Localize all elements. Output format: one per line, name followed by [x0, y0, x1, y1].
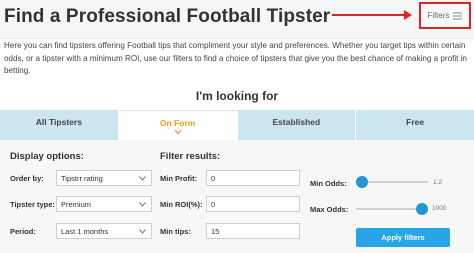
min-profit-label: Min Profit:	[160, 174, 198, 183]
slider-handle[interactable]	[416, 203, 428, 215]
tab-label: On Form	[159, 118, 196, 128]
period-select[interactable]: Last 1 months	[56, 223, 152, 239]
page-title: Find a Professional Football Tipster	[4, 6, 331, 27]
filters-label: Filters	[427, 11, 450, 20]
max-odds-slider[interactable]	[356, 203, 428, 215]
tipster-type-select[interactable]: Premium	[56, 196, 152, 212]
tab-label: Established	[272, 117, 321, 127]
period-label: Period:	[10, 227, 36, 236]
min-profit-value: 0	[211, 173, 216, 183]
order-by-value: Tipstrr rating	[61, 173, 103, 183]
min-tips-input[interactable]: 15	[206, 223, 300, 239]
filter-results-heading: Filter results:	[160, 151, 221, 162]
apply-filters-button[interactable]: Apply filters	[356, 228, 450, 247]
filter-lines-icon	[453, 12, 463, 19]
max-odds-value: 1000	[432, 205, 447, 212]
period-value: Last 1 months	[61, 226, 109, 236]
max-odds-label: Max Odds:	[310, 205, 349, 214]
min-roi-label: Min ROI(%):	[160, 200, 203, 209]
order-by-select[interactable]: Tipstrr rating	[56, 170, 152, 186]
slider-handle[interactable]	[356, 176, 368, 188]
min-tips-value: 15	[211, 226, 220, 236]
chevron-down-icon	[139, 176, 146, 181]
tipster-tabs: All Tipsters On Form Established Free	[0, 110, 474, 140]
page-header: Find a Professional Football Tipster Fil…	[0, 0, 474, 39]
filters-button[interactable]: Filters	[419, 2, 471, 29]
tab-on-form[interactable]: On Form	[118, 110, 238, 140]
min-odds-value: 1.2	[433, 179, 443, 186]
tab-established[interactable]: Established	[237, 110, 357, 140]
intro-text: Here you can find tipsters offering Foot…	[4, 41, 467, 75]
tab-label: Free	[406, 117, 425, 127]
annotation-arrow	[332, 10, 412, 20]
min-tips-label: Min tips:	[160, 227, 191, 236]
min-roi-value: 0	[211, 199, 216, 209]
chevron-down-icon	[139, 202, 146, 207]
chevron-down-icon	[139, 229, 146, 234]
min-odds-label: Min Odds:	[310, 179, 347, 188]
tipster-type-label: Tipster type:	[10, 200, 55, 209]
tab-label: All Tipsters	[35, 117, 82, 127]
tab-all-tipsters[interactable]: All Tipsters	[0, 110, 119, 140]
min-profit-input[interactable]: 0	[206, 170, 300, 186]
tipster-type-value: Premium	[61, 199, 92, 209]
chevron-down-icon	[174, 129, 182, 135]
looking-for-heading: I'm looking for	[195, 89, 279, 103]
display-options-heading: Display options:	[10, 151, 84, 162]
tab-free[interactable]: Free	[356, 110, 474, 140]
order-by-label: Order by:	[10, 174, 44, 183]
min-odds-slider[interactable]	[356, 176, 428, 188]
min-roi-input[interactable]: 0	[206, 196, 300, 212]
